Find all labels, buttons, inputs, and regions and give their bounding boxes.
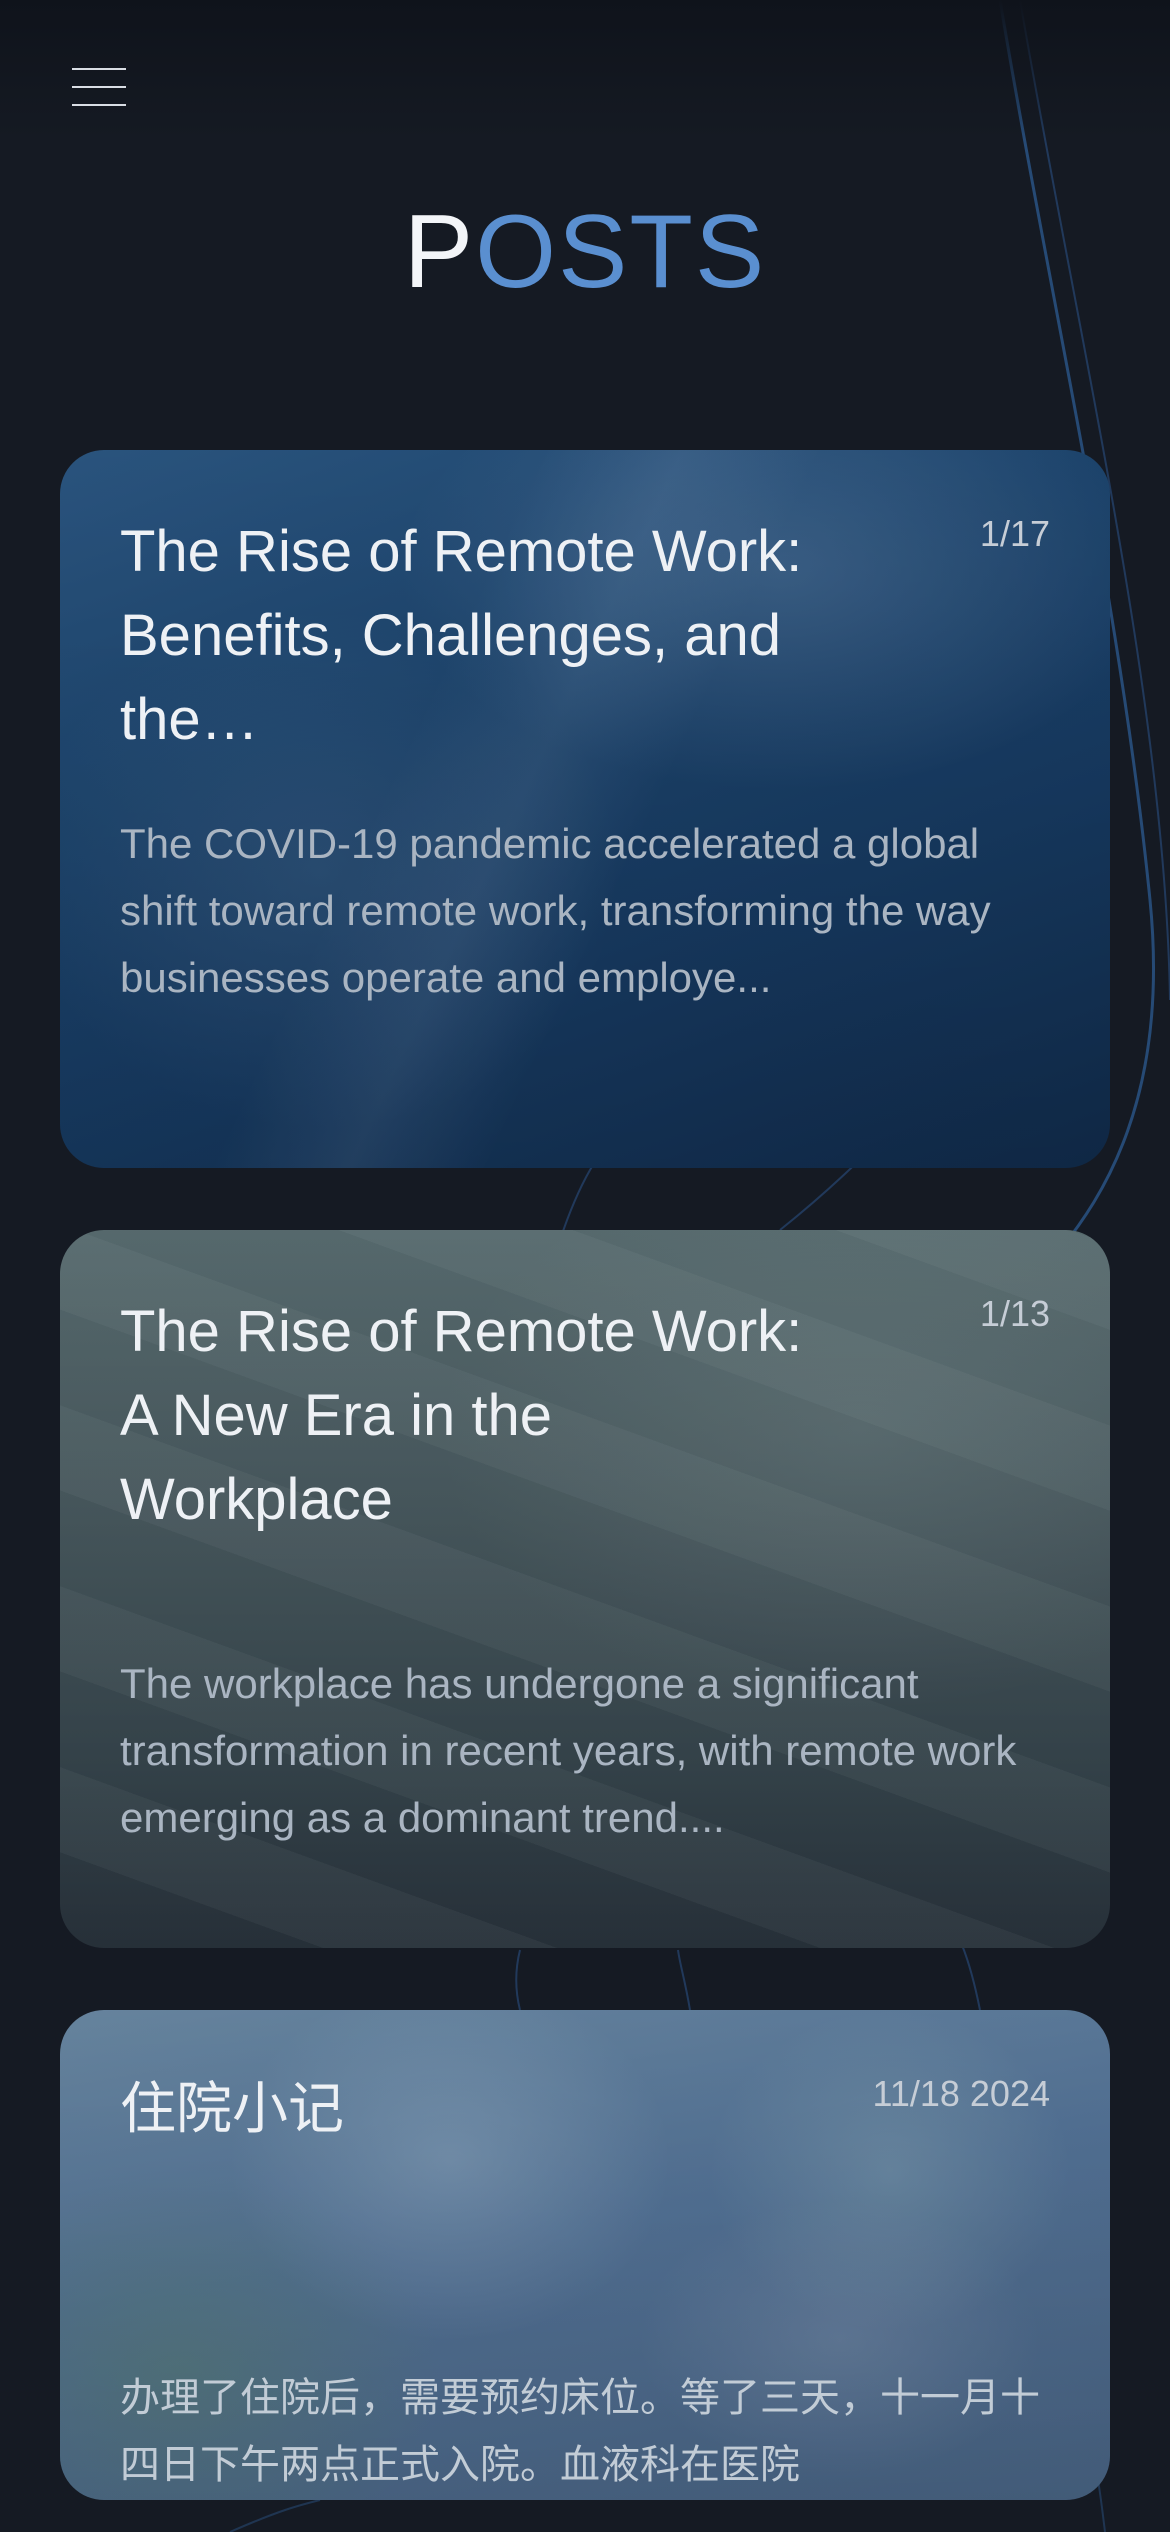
post-title: The Rise of Remote Work: Benefits, Chall…	[120, 519, 803, 752]
post-title: 住院小记	[120, 2077, 344, 2142]
post-date: 11/18 2024	[872, 2073, 1050, 2114]
hamburger-menu-icon[interactable]	[56, 56, 142, 120]
page-title: POSTS	[0, 192, 1170, 312]
page-title-initial: P	[403, 194, 476, 310]
menu-line	[72, 104, 126, 106]
menu-line	[72, 86, 126, 88]
post-excerpt: The COVID-19 pandemic accelerated a glob…	[120, 820, 991, 1001]
post-excerpt: The workplace has undergone a significan…	[120, 1660, 1017, 1841]
post-excerpt: 办理了住院后，需要预约床位。等了三天，十一月十四日下午两点正式入院。血液科在医院	[120, 2375, 1040, 2488]
menu-line	[72, 68, 126, 70]
post-date: 1/13	[979, 1293, 1050, 1334]
post-title: The Rise of Remote Work: A New Era in th…	[120, 1299, 803, 1532]
post-card[interactable]: The Rise of Remote Work: A New Era in th…	[60, 1230, 1110, 1948]
top-gradient	[0, 0, 1170, 140]
page-title-rest: OSTS	[475, 194, 767, 310]
post-card[interactable]: 住院小记 11/18 2024 办理了住院后，需要预约床位。等了三天，十一月十四…	[60, 2010, 1110, 2500]
post-date: 1/17	[979, 513, 1050, 554]
post-card[interactable]: The Rise of Remote Work: Benefits, Chall…	[60, 450, 1110, 1168]
